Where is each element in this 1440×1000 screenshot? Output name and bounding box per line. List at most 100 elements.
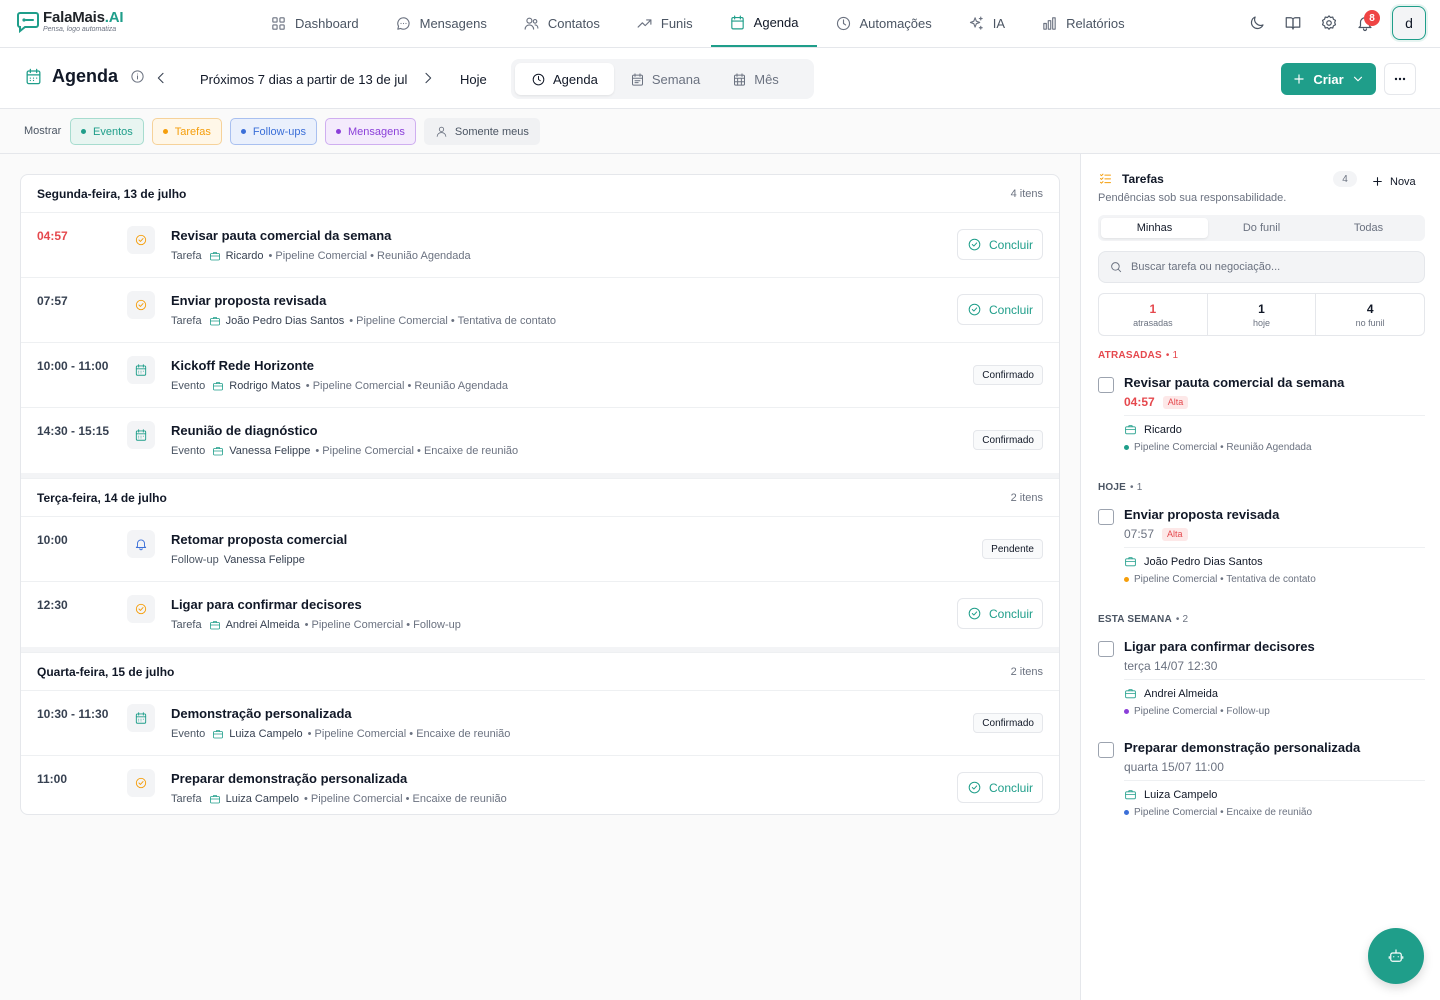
stat-hoje[interactable]: 1 hoje [1208,294,1317,335]
task-item[interactable]: Ligar para confirmar decisores terça 14/0… [1098,639,1425,719]
task-title: Enviar proposta revisada [1124,507,1280,522]
task-deal[interactable]: Andrei Almeida [1124,687,1218,700]
item-contact[interactable]: Luiza Campelo [226,793,299,805]
item-contact[interactable]: Vanessa Felippe [229,445,310,457]
task-deal-name: Ricardo [1144,423,1182,436]
item-contact[interactable]: João Pedro Dias Santos [226,315,345,327]
task-deal[interactable]: Luiza Campelo [1124,788,1217,801]
item-type: Tarefa [171,793,202,805]
agenda-item[interactable]: 10:30 - 11:30 Demonstração personalizada E… [21,691,1059,756]
task-divider [1124,415,1425,416]
agenda-item[interactable]: 12:30 Ligar para confirmar decisores Taref… [21,582,1059,647]
item-time: 10:00 [37,533,68,547]
notifications-button[interactable]: 8 [1356,10,1380,32]
item-contact[interactable]: Andrei Almeida [226,619,300,631]
nav-label: Funis [660,16,693,31]
stat-no-funil[interactable]: 4 no funil [1316,294,1424,335]
calendar-grid-icon [734,72,746,86]
nav-mensagens[interactable]: Mensagens [377,0,505,47]
item-contact[interactable]: Ricardo [226,250,264,262]
task-item[interactable]: Enviar proposta revisada 07:57 Alta João Pe… [1098,507,1425,587]
circle-check-icon [968,238,981,251]
create-button-label: Criar [1313,71,1344,87]
task-search-input[interactable] [1131,261,1411,273]
task-due: 04:57 Alta [1124,395,1189,409]
view-tab-semana[interactable]: Semana [614,63,716,95]
view-tab-agenda[interactable]: Agenda [515,63,614,95]
day-title: Segunda-feira, 13 de julho [37,186,187,201]
user-avatar[interactable]: d [1392,6,1426,40]
create-button[interactable]: Criar [1281,63,1376,95]
item-meta: Tarefa Andrei Almeida • Pipeline Comercial… [171,619,461,631]
task-deal[interactable]: João Pedro Dias Santos [1124,555,1263,568]
item-type: Tarefa [171,619,202,631]
chip-dot [162,129,168,134]
gear-icon[interactable] [1320,14,1338,32]
complete-button[interactable]: Concluir [957,294,1043,325]
stat-atrasadas[interactable]: 1 atrasadas [1099,294,1208,335]
agenda-item[interactable]: 10:00 - 11:00 Kickoff Rede Horizonte Event… [21,343,1059,408]
chevron-left-icon[interactable] [153,70,169,86]
item-meta: Evento Luiza Campelo • Pipeline Comercial … [171,728,510,740]
complete-button[interactable]: Concluir [957,772,1043,803]
item-pipeline: • Pipeline Comercial • Encaixe de reuniã… [315,445,519,457]
filter-chip-somente-meus[interactable]: Somente meus [423,118,540,145]
logo-tagline: Pensa, logo automatiza [43,26,117,33]
more-options-button[interactable] [1384,63,1416,95]
task-checkbox[interactable] [1098,377,1114,393]
filter-chip-followups[interactable]: Follow-ups [229,118,318,145]
nav-agenda[interactable]: Agenda [710,0,817,47]
app-logo[interactable]: FalaMais.AI Pensa, logo automatiza [16,10,124,34]
today-button[interactable]: Hoje [460,72,487,87]
item-pipeline: • Pipeline Comercial • Reunião Agendada [268,250,471,262]
item-time: 04:57 [37,229,68,243]
item-contact[interactable]: Luiza Campelo [229,728,302,740]
page-title-text: Agenda [52,66,119,86]
nav-relatorios[interactable]: Relatórios [1023,0,1143,47]
search-icon [1111,262,1122,273]
tasks-tab-do-funil[interactable]: Do funil [1208,218,1315,238]
pipeline-dot [1124,709,1129,714]
agenda-item[interactable]: 11:00 Preparar demonstração personalizada… [21,756,1059,814]
tasks-tab-minhas[interactable]: Minhas [1101,218,1208,238]
task-checkbox[interactable] [1098,641,1114,657]
book-icon[interactable] [1284,14,1302,32]
chip-dot [336,129,342,134]
complete-button[interactable]: Concluir [957,229,1043,260]
task-item[interactable]: Preparar demonstração personalizada quart… [1098,740,1425,820]
calendar-icon [631,72,643,86]
item-type-icon [127,356,155,384]
nav-ia[interactable]: IA [950,0,1023,47]
agenda-item[interactable]: 07:57 Enviar proposta revisada Tarefa João … [21,278,1059,343]
tasks-tab-todas[interactable]: Todas [1315,218,1422,238]
item-type-icon [127,769,155,797]
nav-automacoes[interactable]: Automações [817,0,950,47]
complete-button[interactable]: Concluir [957,598,1043,629]
agenda-item[interactable]: 10:00 Retomar proposta comercial Follow-up… [21,517,1059,582]
filter-chip-mensagens[interactable]: Mensagens [325,118,416,145]
nav-dashboard[interactable]: Dashboard [252,0,377,47]
nav-funis[interactable]: Funis [618,0,711,47]
stat-label: hoje [1253,317,1271,328]
assistant-fab[interactable] [1368,928,1424,984]
filter-chip-tarefas[interactable]: Tarefas [151,118,222,145]
briefcase-icon [213,382,224,391]
nav-label: Automações [859,16,932,31]
task-item[interactable]: Revisar pauta comercial da semana 04:57 Al… [1098,375,1425,455]
info-icon[interactable] [130,69,145,84]
new-task-button[interactable]: Nova [1371,175,1416,188]
item-contact[interactable]: Vanessa Felippe [224,554,305,566]
agenda-item[interactable]: 04:57 Revisar pauta comercial da semana Ta… [21,213,1059,278]
chip-label: Somente meus [454,125,529,138]
task-checkbox[interactable] [1098,742,1114,758]
chevron-right-icon[interactable] [420,70,436,86]
filter-chip-eventos[interactable]: Eventos [70,118,144,145]
moon-icon[interactable] [1248,14,1266,32]
agenda-item[interactable]: 14:30 - 15:15 Reunião de diagnóstico Event… [21,408,1059,473]
item-contact[interactable]: Rodrigo Matos [229,380,301,392]
priority-badge: Alta [1162,527,1188,541]
task-checkbox[interactable] [1098,509,1114,525]
task-deal[interactable]: Ricardo [1124,423,1182,436]
view-tab-mes[interactable]: Mês [716,63,795,95]
nav-contatos[interactable]: Contatos [505,0,618,47]
